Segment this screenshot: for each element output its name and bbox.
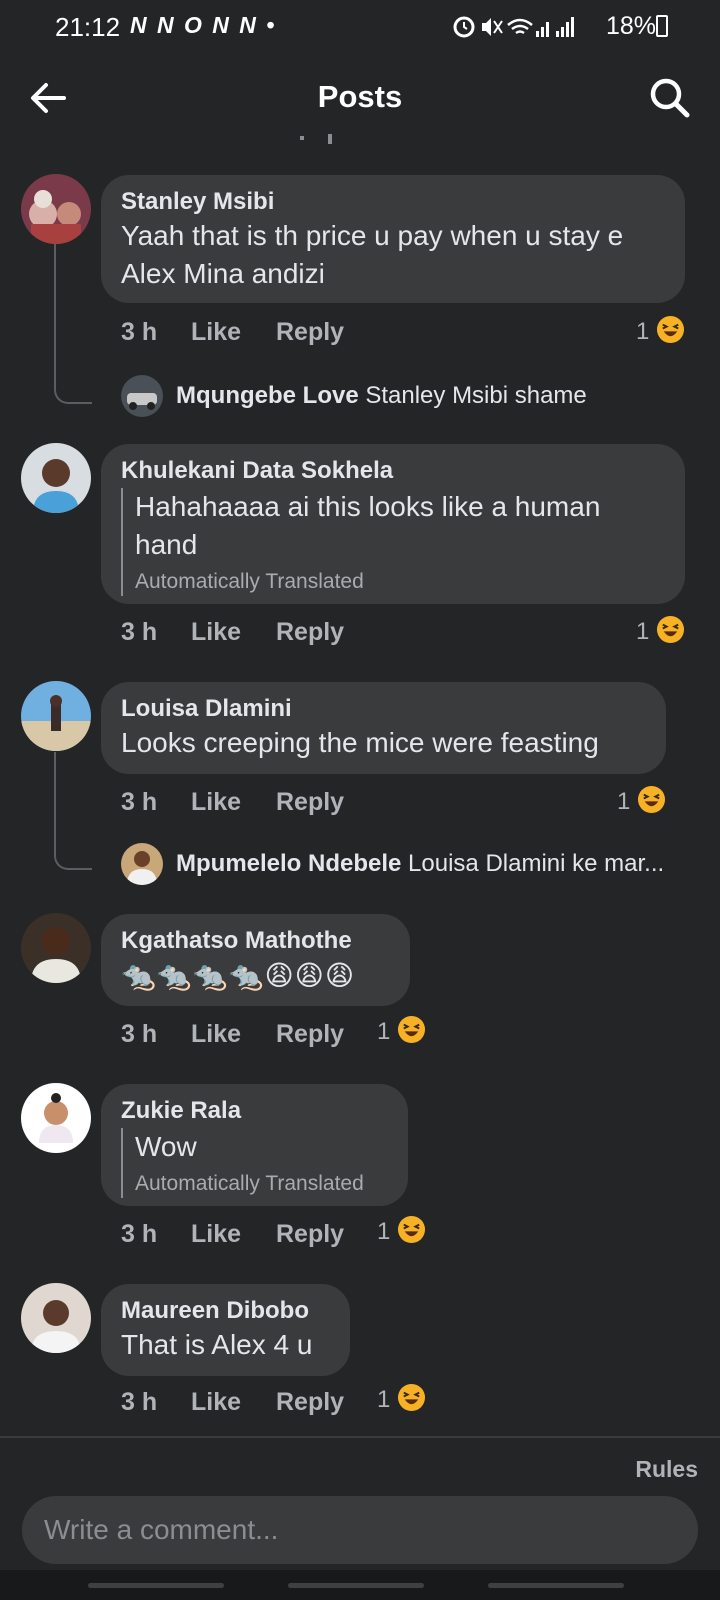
reply-author[interactable]: Mqungebe Love: [176, 382, 359, 409]
comment-composer: Rules Write a comment...: [0, 1436, 720, 1600]
reaction-number: 1: [617, 788, 631, 815]
comment-bubble[interactable]: Khulekani Data Sokhela Hahahaaaa ai this…: [101, 444, 685, 604]
reply-text: Louisa Dlamini ke mar...: [408, 850, 665, 877]
comment-actions: 3 h Like Reply: [121, 1020, 381, 1052]
nav-recents[interactable]: [88, 1583, 224, 1588]
reply-text: Stanley Msibi shame: [365, 382, 587, 409]
comment-time: 3 h: [121, 618, 158, 646]
comment-author[interactable]: Stanley Msibi: [121, 187, 665, 217]
comment-bubble[interactable]: Stanley Msibi Yaah that is th price u pa…: [101, 175, 685, 303]
avatar[interactable]: [121, 843, 163, 885]
haha-reaction-icon: [397, 1215, 426, 1244]
reaction-count[interactable]: 1: [636, 615, 688, 648]
comment-author[interactable]: Louisa Dlamini: [121, 694, 646, 724]
comment-actions: 3 h Like Reply: [121, 788, 641, 820]
comment-actions: 3 h Like Reply: [121, 1220, 381, 1252]
haha-reaction-icon: [656, 315, 685, 344]
comment-time: 3 h: [121, 1220, 158, 1248]
translated-quote: Hahahaaaa ai this looks like a human han…: [121, 488, 665, 596]
reaction-count[interactable]: 1: [377, 1383, 429, 1416]
reaction-number: 1: [377, 1386, 391, 1413]
comment-bubble[interactable]: Zukie Rala Wow Automatically Translated: [101, 1084, 408, 1206]
comment-bubble[interactable]: Kgathatso Mathothe 🐀🐀🐀🐀😩😩😩: [101, 914, 410, 1006]
translation-label[interactable]: Automatically Translated: [135, 568, 665, 596]
reply-preview[interactable]: Mpumelelo Ndebele Louisa Dlamini ke mar.…: [176, 850, 686, 878]
comment-actions: 3 h Like Reply: [121, 1388, 381, 1420]
comment-time: 3 h: [121, 318, 158, 346]
like-button[interactable]: Like: [191, 1220, 241, 1249]
top-app-bar: Posts: [0, 62, 720, 134]
like-button[interactable]: Like: [191, 1388, 241, 1417]
status-bar: 21:12 N N O N N • 18%: [0, 0, 720, 54]
comment-bubble[interactable]: Maureen Dibobo That is Alex 4 u: [101, 1284, 350, 1376]
haha-reaction-icon: [397, 1015, 426, 1044]
nav-home[interactable]: [288, 1583, 424, 1588]
avatar[interactable]: [21, 681, 91, 751]
like-button[interactable]: Like: [191, 1020, 241, 1049]
reaction-count[interactable]: 1: [617, 785, 669, 818]
system-status-icons: [453, 16, 574, 38]
comment-time: 3 h: [121, 1020, 158, 1048]
translated-quote: Wow Automatically Translated: [121, 1128, 388, 1198]
reaction-number: 1: [636, 618, 650, 645]
avatar[interactable]: [21, 1283, 91, 1353]
reaction-number: 1: [377, 1218, 391, 1245]
reply-button[interactable]: Reply: [276, 1388, 344, 1417]
reply-button[interactable]: Reply: [276, 618, 344, 647]
status-time: 21:12: [55, 12, 121, 42]
notification-icons: N N O N N •: [130, 12, 277, 38]
page-title: Posts: [317, 79, 403, 114]
reaction-count[interactable]: 1: [636, 315, 688, 348]
comment-text: That is Alex 4 u: [121, 1329, 313, 1360]
comment-text: 🐀🐀🐀🐀😩😩😩: [121, 960, 356, 991]
comment-author[interactable]: Khulekani Data Sokhela: [121, 456, 665, 486]
reply-button[interactable]: Reply: [276, 788, 344, 817]
thread-elbow: [54, 380, 92, 404]
comment-time: 3 h: [121, 1388, 158, 1416]
reply-button[interactable]: Reply: [276, 1220, 344, 1249]
like-button[interactable]: Like: [191, 788, 241, 817]
haha-reaction-icon: [656, 615, 685, 644]
comment-text: Hahahaaaa ai this looks like a human han…: [135, 491, 601, 560]
haha-reaction-icon: [637, 785, 666, 814]
avatar[interactable]: [21, 913, 91, 983]
thread-line: [54, 752, 56, 852]
like-button[interactable]: Like: [191, 318, 241, 347]
reaction-number: 1: [377, 1018, 391, 1045]
comment-author[interactable]: Kgathatso Mathothe: [121, 926, 390, 956]
comment-actions: 3 h Like Reply: [121, 618, 681, 650]
comment-bubble[interactable]: Louisa Dlamini Looks creeping the mice w…: [101, 682, 666, 774]
avatar[interactable]: [21, 1083, 91, 1153]
translation-label[interactable]: Automatically Translated: [135, 1170, 388, 1198]
avatar[interactable]: [21, 174, 91, 244]
comment-input[interactable]: Write a comment...: [22, 1496, 698, 1564]
reaction-count[interactable]: 1: [377, 1215, 429, 1248]
nav-back[interactable]: [488, 1583, 624, 1588]
reply-button[interactable]: Reply: [276, 318, 344, 347]
reply-author[interactable]: Mpumelelo Ndebele: [176, 850, 401, 877]
reply-button[interactable]: Reply: [276, 1020, 344, 1049]
reply-preview[interactable]: Mqungebe Love Stanley Msibi shame: [176, 382, 676, 410]
avatar[interactable]: [21, 443, 91, 513]
battery-percent: 18%: [605, 12, 656, 40]
comment-time: 3 h: [121, 788, 158, 816]
thread-elbow: [54, 846, 92, 870]
battery-icon: [656, 15, 668, 37]
rules-link[interactable]: Rules: [635, 1456, 698, 1483]
avatar[interactable]: [121, 375, 163, 417]
reaction-number: 1: [636, 318, 650, 345]
thread-line: [54, 244, 56, 382]
comment-text: Looks creeping the mice were feasting: [121, 727, 599, 758]
haha-reaction-icon: [397, 1383, 426, 1412]
comment-author[interactable]: Maureen Dibobo: [121, 1296, 330, 1326]
truncated-text-fragment: [300, 134, 332, 144]
reaction-count[interactable]: 1: [377, 1015, 429, 1048]
comment-text: Yaah that is th price u pay when u stay …: [121, 220, 624, 289]
comment-actions: 3 h Like Reply: [121, 318, 681, 350]
comment-text: Wow: [135, 1131, 197, 1162]
comment-author[interactable]: Zukie Rala: [121, 1096, 388, 1126]
system-nav-bar: [0, 1570, 720, 1600]
like-button[interactable]: Like: [191, 618, 241, 647]
search-icon[interactable]: [648, 76, 690, 118]
